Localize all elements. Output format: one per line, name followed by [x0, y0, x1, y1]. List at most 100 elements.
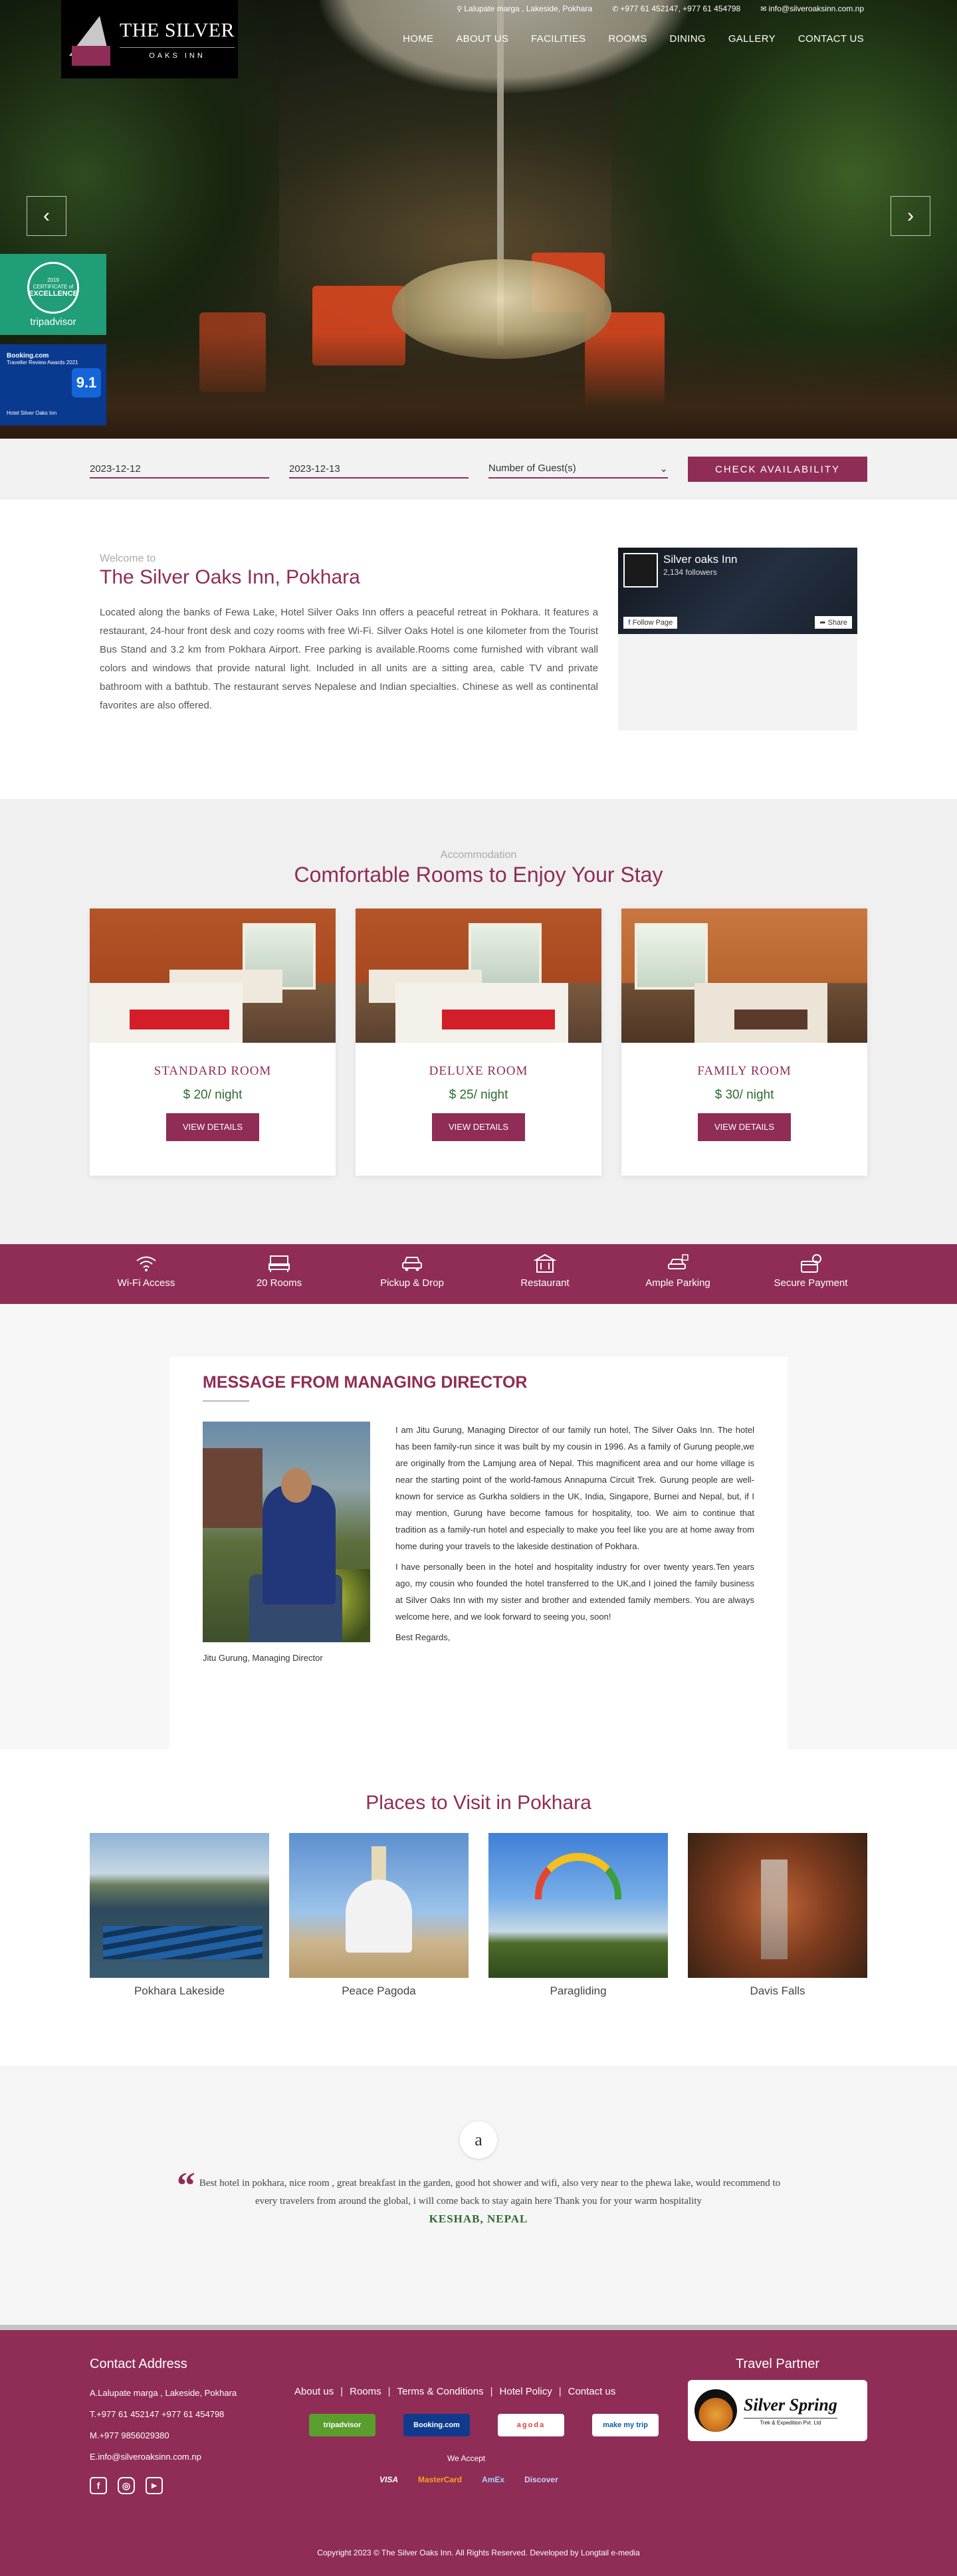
nav-dining[interactable]: DINING — [670, 33, 706, 45]
footer-email[interactable]: E.info@silveroaksinn.com.np — [90, 2446, 276, 2468]
share-label: Share — [827, 619, 847, 627]
room-image[interactable] — [621, 909, 867, 1043]
agoda-logo[interactable]: agoda — [498, 2414, 564, 2436]
topbar-phone[interactable]: ✆ +977 61 452147, +977 61 454798 — [612, 4, 740, 13]
slider-next-button[interactable]: › — [891, 196, 930, 236]
place-card[interactable]: Davis Falls — [688, 1833, 867, 1998]
visa-icon: VISA — [379, 2475, 399, 2484]
travel-partner-name: Silver Spring — [744, 2395, 837, 2415]
view-details-button[interactable]: VIEW DETAILS — [432, 1113, 525, 1141]
topbar-address: ⚲ Lalupate marga , Lakeside, Pokhara — [457, 4, 592, 13]
footer-address: A.Lalupate marga , Lakeside, Pokhara — [90, 2388, 237, 2398]
room-image[interactable] — [90, 909, 336, 1043]
logo-subtitle: OAKS INN — [120, 47, 235, 60]
amenity-label: Pickup & Drop — [380, 1277, 444, 1289]
footer-link-policy[interactable]: Hotel Policy — [500, 2386, 552, 2397]
tripadvisor-certificate-badge[interactable]: 2019 CERTIFICATE of EXCELLENCE tripadvis… — [0, 254, 106, 335]
phone-icon: ✆ — [612, 5, 619, 13]
badge-line2: EXCELLENCE — [29, 289, 78, 298]
facebook-page-widget[interactable]: Silver oaks Inn 2,134 followers f Follow… — [618, 548, 857, 730]
room-card-standard[interactable]: STANDARD ROOM $ 20/ night VIEW DETAILS — [90, 909, 336, 1176]
place-card[interactable]: Peace Pagoda — [289, 1833, 469, 1998]
top-contact-bar: ⚲ Lalupate marga , Lakeside, Pokhara ✆ +97… — [457, 4, 864, 13]
room-name: DELUXE ROOM — [429, 1064, 528, 1078]
amenity-rooms: 20 Rooms — [213, 1244, 346, 1304]
facebook-follow-button[interactable]: f Follow Page — [623, 617, 678, 629]
facebook-icon[interactable]: f — [90, 2477, 107, 2494]
footer-link-rooms[interactable]: Rooms — [350, 2386, 381, 2397]
amenity-label: Wi-Fi Access — [117, 1277, 175, 1289]
hero-floor — [0, 332, 957, 439]
checkout-date-input[interactable]: 2023-12-13 — [289, 461, 469, 479]
facebook-share-button[interactable]: ➦ Share — [815, 616, 852, 629]
slider-prev-button[interactable]: ‹ — [27, 196, 66, 236]
topbar-email[interactable]: ✉ info@silveroaksinn.com.np — [760, 4, 864, 13]
place-caption: Davis Falls — [750, 1985, 805, 1997]
instagram-icon[interactable]: ◎ — [118, 2477, 135, 2494]
follow-label: Follow Page — [632, 619, 673, 627]
place-image[interactable] — [90, 1833, 269, 1978]
hero-slider: THE SILVER OAKS INN ⚲ Lalupate marga , La… — [0, 0, 957, 439]
room-card-deluxe[interactable]: DELUXE ROOM $ 25/ night VIEW DETAILS — [356, 909, 601, 1176]
mountain-logo-icon — [694, 2389, 737, 2432]
facebook-avatar — [623, 553, 658, 588]
place-image[interactable] — [688, 1833, 867, 1978]
tripadvisor-logo[interactable]: tripadvisor — [309, 2414, 375, 2436]
checkin-date-input[interactable]: 2023-12-12 — [90, 461, 269, 479]
place-image[interactable] — [488, 1833, 668, 1978]
view-details-button[interactable]: VIEW DETAILS — [166, 1113, 259, 1141]
footer-link-contact[interactable]: Contact us — [568, 2386, 616, 2397]
footer-mobile[interactable]: M.+977 9856029380 — [90, 2425, 276, 2446]
we-accept-label: We Accept — [447, 2454, 486, 2463]
travel-partner-logo[interactable]: Silver Spring Trek & Expedition Pvt. Ltd — [688, 2380, 867, 2441]
nav-rooms[interactable]: ROOMS — [608, 33, 647, 45]
check-availability-button[interactable]: CHECK AVAILABILITY — [688, 457, 867, 482]
amenity-payment: Secure Payment — [744, 1244, 877, 1304]
nav-contact-us[interactable]: CONTACT US — [798, 33, 864, 45]
nav-gallery[interactable]: GALLERY — [728, 33, 776, 45]
guests-select-value: Number of Guest(s) — [488, 463, 576, 474]
chevron-left-icon: ‹ — [43, 205, 50, 227]
site-logo[interactable]: THE SILVER OAKS INN — [61, 0, 238, 78]
place-card[interactable]: Paragliding — [488, 1833, 668, 1998]
booking-score: 9.1 — [72, 368, 101, 397]
places-section: Places to Visit in Pokhara Pokhara Lakes… — [0, 1749, 957, 2066]
discover-icon: Discover — [524, 2475, 558, 2484]
footer-link-terms[interactable]: Terms & Conditions — [397, 2386, 484, 2397]
chevron-down-icon: ⌄ — [659, 463, 668, 475]
bed-icon — [268, 1255, 290, 1272]
welcome-eyebrow: Welcome to — [100, 553, 156, 564]
address-text: Lalupate marga , Lakeside, Pokhara — [464, 4, 593, 13]
booking-award-badge[interactable]: Booking.com Traveller Review Awards 2021… — [0, 344, 106, 425]
place-caption: Paragliding — [550, 1985, 607, 1997]
tripadvisor-logo-text: tripadvisor — [30, 316, 76, 328]
room-name: STANDARD ROOM — [154, 1064, 272, 1078]
place-card[interactable]: Pokhara Lakeside — [90, 1833, 269, 1998]
room-card-family[interactable]: FAMILY ROOM $ 30/ night VIEW DETAILS — [621, 909, 867, 1176]
badge-line1: CERTIFICATE of — [33, 283, 74, 290]
booking-logo[interactable]: Booking.com — [403, 2414, 470, 2436]
amenity-label: Restaurant — [520, 1277, 570, 1289]
booking-bar: 2023-12-12 2023-12-13 Number of Guest(s)… — [0, 439, 957, 500]
place-image[interactable] — [289, 1833, 469, 1978]
view-details-button[interactable]: VIEW DETAILS — [698, 1113, 791, 1141]
main-nav: HOME ABOUT US FACILITIES ROOMS DINING GA… — [403, 33, 864, 45]
mastercard-icon: MasterCard — [418, 2475, 463, 2484]
wifi-icon — [136, 1256, 156, 1271]
amenities-bar: Wi-Fi Access 20 Rooms Pickup & Drop Rest… — [0, 1244, 957, 1304]
footer-link-about[interactable]: About us — [294, 2386, 334, 2397]
testimonial-text: Best hotel in pokhara, nice room , great… — [199, 2178, 781, 2206]
checkin-value: 2023-12-12 — [90, 463, 141, 475]
footer-telephone[interactable]: T.+977 61 452147 +977 61 454798 — [90, 2404, 276, 2425]
testimonial-section: a “Best hotel in pokhara, nice room , gr… — [0, 2066, 957, 2325]
checkout-value: 2023-12-13 — [289, 463, 340, 475]
director-title: MESSAGE FROM MANAGING DIRECTOR — [203, 1373, 528, 1392]
nav-home[interactable]: HOME — [403, 33, 433, 45]
badge-year: 2019 — [47, 277, 59, 284]
makemytrip-logo[interactable]: make my trip — [592, 2414, 659, 2436]
room-image[interactable] — [356, 909, 601, 1043]
nav-facilities[interactable]: FACILITIES — [531, 33, 585, 45]
nav-about-us[interactable]: ABOUT US — [456, 33, 508, 45]
youtube-icon[interactable]: ▶ — [146, 2477, 163, 2494]
guests-select[interactable]: Number of Guest(s) ⌄ — [488, 460, 668, 479]
